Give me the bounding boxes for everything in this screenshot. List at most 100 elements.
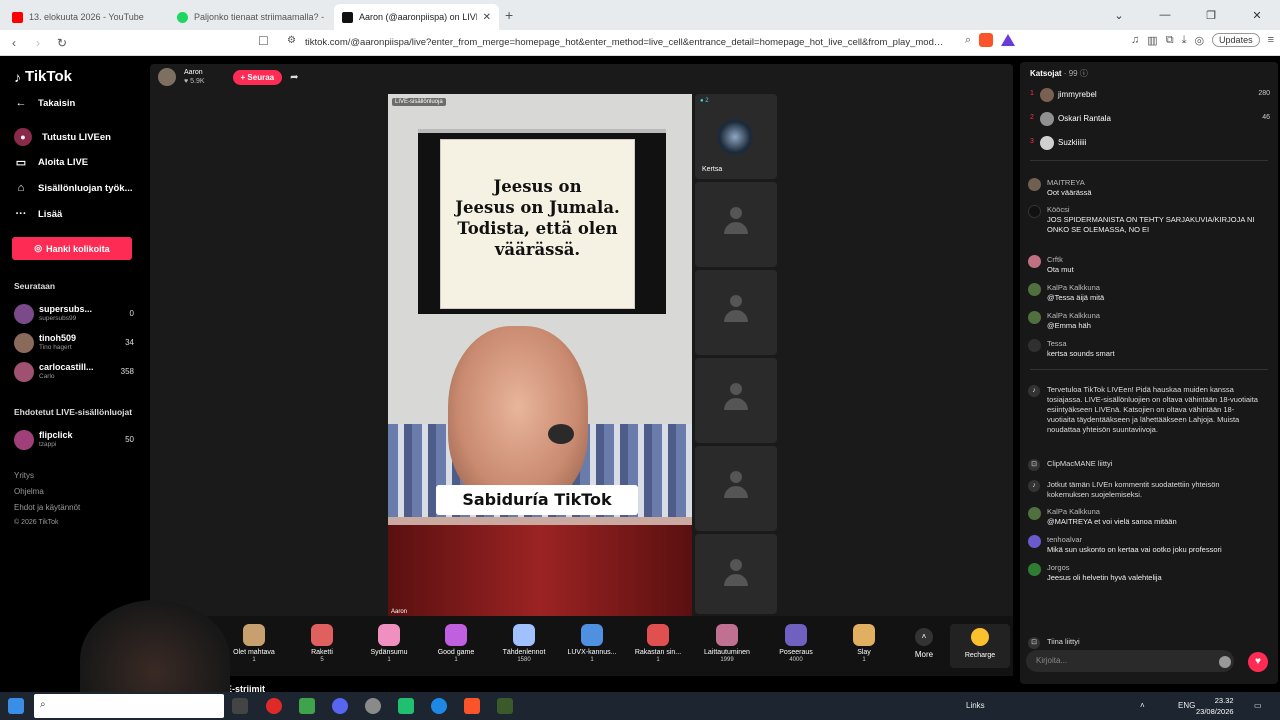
footer-link-company[interactable]: Yritys: [14, 471, 34, 480]
taskbar-search[interactable]: ⌕: [34, 694, 224, 718]
gift-item[interactable]: Olet mahtava 1: [222, 624, 286, 663]
discord-icon[interactable]: [332, 698, 348, 714]
new-tab-button[interactable]: +: [505, 7, 513, 23]
task-view-icon[interactable]: [232, 698, 248, 714]
chat-user[interactable]: KalPa Kalkkuna: [1047, 311, 1100, 320]
menu-icon[interactable]: ≡: [1268, 34, 1274, 46]
empty-guest-slot[interactable]: [695, 182, 777, 267]
empty-guest-slot[interactable]: [695, 358, 777, 443]
gift-item[interactable]: Good game 1: [424, 624, 488, 663]
gift-item[interactable]: Poseeraus 4000: [764, 624, 828, 663]
close-tab-icon[interactable]: ✕: [483, 12, 491, 23]
chat-input[interactable]: Kirjoita...: [1026, 650, 1234, 672]
language-indicator[interactable]: ENG: [1178, 701, 1195, 710]
brave-shield-icon[interactable]: [979, 33, 994, 47]
edge-icon[interactable]: [431, 698, 447, 714]
app-icon[interactable]: [398, 698, 414, 714]
share-icon[interactable]: ➦: [290, 72, 298, 83]
footer-link-terms[interactable]: Ehdot ja käytännöt: [14, 503, 80, 512]
brave-icon[interactable]: [464, 698, 480, 714]
sidebar-item-more[interactable]: ··· Lisää: [14, 208, 63, 220]
clock[interactable]: 23.32 23/08/2026: [1196, 695, 1234, 717]
tiktok-logo[interactable]: ♪ TikTok: [14, 68, 72, 85]
downloads-icon[interactable]: ⤓: [1182, 34, 1187, 47]
gift-item[interactable]: Raketti 5: [290, 624, 354, 663]
sidebar-item-start-live[interactable]: ▭ Aloita LIVE: [14, 156, 88, 169]
chat-message: KalPa Kalkkuna @Emma häh: [1028, 311, 1268, 333]
app-icon[interactable]: [365, 698, 381, 714]
links-toolbar[interactable]: Links: [966, 701, 985, 710]
like-heart-icon[interactable]: ♥: [1248, 652, 1268, 672]
sidebar-icon[interactable]: ▥: [1147, 34, 1157, 47]
site-info-icon[interactable]: ⚙: [287, 35, 296, 46]
gift-name: Poseeraus: [779, 649, 813, 656]
tab-list-icon[interactable]: ⌄: [1096, 9, 1142, 22]
back-icon[interactable]: ‹: [4, 36, 24, 50]
recharge-button[interactable]: Recharge: [950, 624, 1010, 668]
close-window-icon[interactable]: ✕: [1234, 9, 1280, 22]
wallet-icon[interactable]: ◎: [1194, 34, 1204, 47]
suggested-account[interactable]: flipclick tzappi 50: [14, 428, 134, 452]
chat-user[interactable]: Jorgos: [1047, 563, 1070, 572]
media-icon[interactable]: ♫: [1131, 34, 1139, 46]
follow-button[interactable]: + Seuraa: [232, 69, 283, 85]
viewers-header[interactable]: Katsojat · 99 ⓘ: [1030, 68, 1088, 79]
empty-guest-slot[interactable]: [695, 446, 777, 531]
notifications-icon[interactable]: ▭: [1254, 701, 1262, 710]
windows-start-icon[interactable]: [8, 698, 24, 714]
reload-icon[interactable]: ↻: [52, 36, 72, 50]
following-account[interactable]: supersubs... supersubs99 0: [14, 302, 134, 326]
chat-user[interactable]: KalPa Kalkkuna: [1047, 507, 1100, 516]
browser-tab-youtube[interactable]: 13. elokuuta 2026 - YouTube: [4, 4, 169, 30]
following-account[interactable]: carlocastill... Carlo 358: [14, 360, 134, 384]
top-viewer[interactable]: 1 jimmyrebel 280: [1030, 86, 1270, 104]
update-button[interactable]: Updates: [1212, 33, 1260, 47]
zoom-icon[interactable]: ⌕: [965, 34, 971, 47]
sidebar-item-creator-tools[interactable]: ⌂ Sisällönluojan työk...: [14, 182, 133, 194]
bookmark-icon[interactable]: ☐: [258, 34, 269, 48]
gift-item[interactable]: Rakastan sin... 1: [626, 624, 690, 663]
chat-user[interactable]: MAITREYA: [1047, 178, 1085, 187]
chat-user[interactable]: Tessa: [1047, 339, 1067, 348]
gift-item[interactable]: Slay 1: [832, 624, 896, 663]
top-viewer[interactable]: 3 Suzkiiiiii: [1030, 134, 1270, 152]
top-viewer[interactable]: 2 Oskari Rantala 46: [1030, 110, 1270, 128]
footer-link-program[interactable]: Ohjelma: [14, 487, 44, 496]
gift-item[interactable]: LUVX-kannus... 1: [560, 624, 624, 663]
gift-item[interactable]: Laittautuminen 1999: [695, 624, 759, 663]
extensions-icon[interactable]: ⧉: [1166, 34, 1174, 47]
get-coins-button[interactable]: ◎ Hanki kolikoita: [12, 237, 132, 260]
empty-guest-slot[interactable]: [695, 270, 777, 355]
more-gifts-button[interactable]: ˄ More: [909, 628, 939, 659]
app-icon[interactable]: [299, 698, 315, 714]
browser-tab-tiktok[interactable]: Aaron (@aaronpiispa) on LIVE ✕: [334, 4, 499, 30]
guest-slot[interactable]: ● 2 Kertsa: [695, 94, 777, 179]
opera-icon[interactable]: [266, 698, 282, 714]
app-icon[interactable]: [497, 698, 513, 714]
chat-user[interactable]: tenhoalvar: [1047, 535, 1082, 544]
following-account[interactable]: tinoh509 Tino hagert 34: [14, 331, 134, 355]
url-field[interactable]: tiktok.com/@aaronpiispa/live?enter_from_…: [305, 34, 955, 52]
back-link[interactable]: ← Takaisin: [14, 97, 76, 109]
emoji-icon[interactable]: [1219, 656, 1231, 668]
maximize-icon[interactable]: ❐: [1188, 9, 1234, 22]
host-name[interactable]: Aaron: [184, 68, 205, 77]
forward-icon[interactable]: ›: [28, 36, 48, 50]
sidebar-item-explore-live[interactable]: ● Tutustu LIVEen: [14, 128, 111, 146]
info-icon: ⓘ: [1079, 69, 1088, 78]
guest-count: ● 2: [700, 98, 709, 104]
chat-user[interactable]: KalPa Kalkkuna: [1047, 283, 1100, 292]
chat-user[interactable]: Crftk: [1047, 255, 1063, 264]
host-info: Aaron ♥ 5.9K: [184, 68, 205, 86]
tray-chevron-icon[interactable]: ˄: [1140, 701, 1145, 710]
empty-guest-slot[interactable]: [695, 534, 777, 614]
minimize-icon[interactable]: —: [1142, 9, 1188, 21]
live-video[interactable]: LIVE-sisällönluoja Jeesus on Jeesus on J…: [388, 94, 692, 617]
host-avatar[interactable]: [158, 68, 176, 86]
tiktok-icon: [342, 11, 353, 23]
rewards-icon[interactable]: [1001, 34, 1016, 46]
gift-item[interactable]: Tähdenlennot 1580: [492, 624, 556, 663]
gift-item[interactable]: Sydänsumu 1: [357, 624, 421, 663]
chat-user[interactable]: Kööcsi: [1047, 205, 1070, 214]
browser-tab-spotify[interactable]: Paljonko tienaat striimaamalla? - La:: [169, 4, 334, 30]
